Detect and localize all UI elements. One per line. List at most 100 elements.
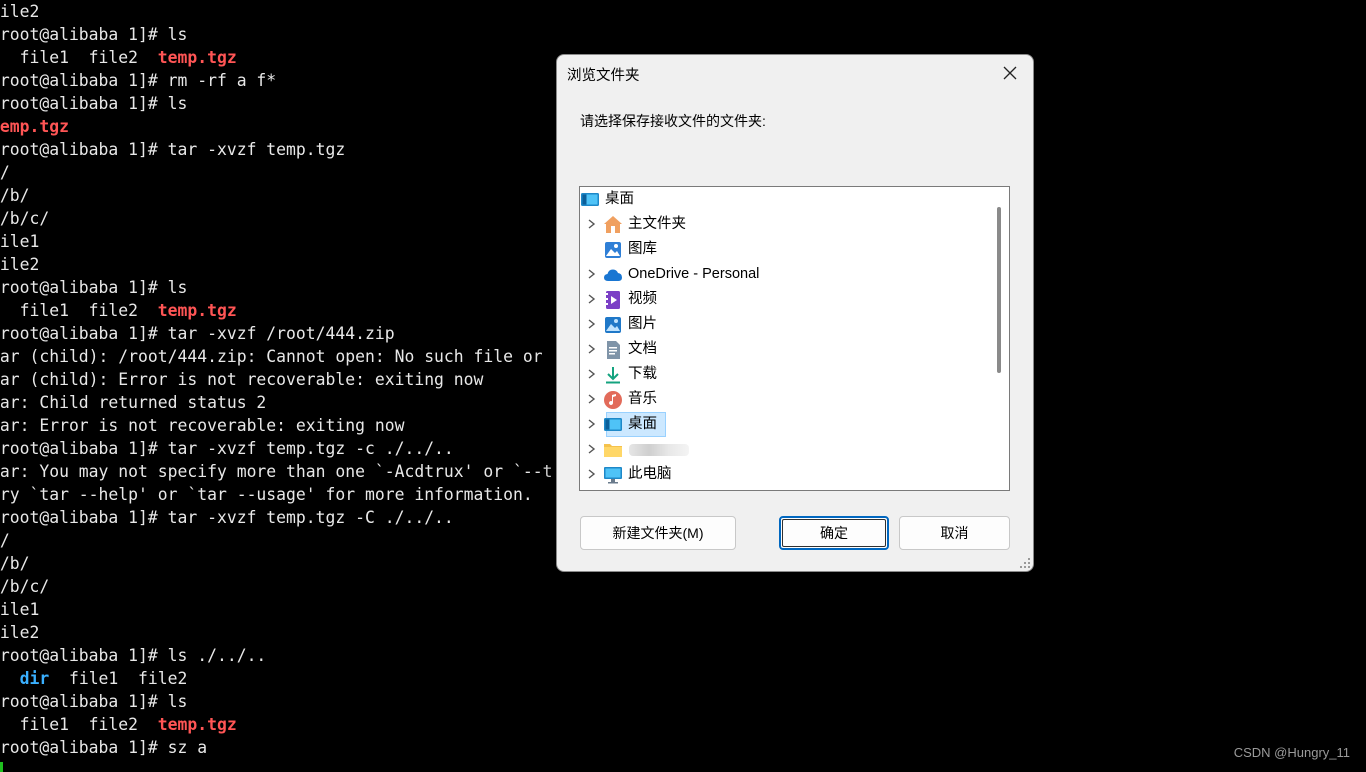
dialog-title: 浏览文件夹 [567,68,640,84]
terminal-cursor [0,762,3,772]
terminal-text: tar (child): /root/444.zip: Cannot open:… [0,347,543,366]
pictures-icon [605,317,621,333]
tree-item[interactable]: 桌面 [585,412,985,437]
terminal-text: a/ [0,531,10,550]
desktop-icon [581,193,599,206]
terminal-text: a/b/c/ [0,209,50,228]
terminal-text: file2 [0,623,40,642]
chevron-right-icon[interactable] [585,418,597,430]
dialog-prompt: 请选择保存接收文件的文件夹: [580,113,766,129]
new-folder-label: 新建文件夹(M) [612,525,704,541]
tree-item-label: 桌面 [628,416,657,432]
terminal-text: [root@alibaba 1]# ls [0,692,188,711]
terminal-text: dir [19,669,50,688]
terminal-text: [root@alibaba 1]# tar -xvzf temp.tgz -C … [0,508,454,527]
tree-item-label: OneDrive - Personal [628,266,760,282]
tree-item[interactable]: 文档 [585,337,985,362]
folder-tree[interactable]: 桌面 主文件夹 图库 OneDrive - Personal 视频 图片 文档 下载 音乐 桌面此… [579,186,1010,491]
ok-button[interactable]: 确定 [779,516,889,550]
documents-icon [607,341,620,359]
chevron-right-icon[interactable] [585,343,597,355]
terminal-line: a/b/ [0,184,29,207]
terminal-text: [root@alibaba 1]# tar -xvzf temp.tgz -c … [0,439,454,458]
tree-item-label: 文档 [628,341,657,357]
terminal-line: a file1 file2 temp.tgz [0,46,237,69]
terminal-text: file1 file2 [49,669,188,688]
chevron-right-icon[interactable] [585,293,597,305]
terminal-text: file1 [0,232,40,251]
tree-item[interactable]: 下载 [585,362,985,387]
terminal-line: [root@alibaba 1]# tar -xvzf temp.tgz -C … [0,506,454,529]
terminal-line: a/b/ [0,552,29,575]
cancel-button[interactable]: 取消 [899,516,1010,550]
resize-grip-icon[interactable] [1019,557,1031,569]
terminal-text: temp.tgz [157,48,237,67]
terminal-text: Try `tar --help' or `tar --usage' for mo… [0,485,533,504]
terminal-line: a/b/c/ [0,575,49,598]
tree-root-item[interactable]: 桌面 [580,187,980,212]
onedrive-icon [604,269,622,281]
cancel-label: 取消 [940,525,969,541]
terminal-text: [root@alibaba 1]# sz a [0,738,208,757]
terminal-text: tar: Child returned status 2 [0,393,267,412]
terminal-line: [root@alibaba 1]# ls [0,690,187,713]
terminal-text: a file1 file2 [0,301,158,320]
tree-item[interactable]: 音乐 [585,387,985,412]
chevron-right-icon[interactable] [585,393,597,405]
terminal-line: a/b/c/ [0,207,49,230]
terminal-text: a/b/c/ [0,577,50,596]
chevron-right-icon[interactable] [585,318,597,330]
terminal-line: [root@alibaba 1]# ls [0,92,187,115]
chevron-right-icon[interactable] [585,443,597,455]
terminal-line: file2 [0,0,39,23]
terminal-line: tar: You may not specify more than one `… [0,460,552,483]
terminal-text: [root@alibaba 1]# rm -rf a f* [0,71,277,90]
tree-item[interactable]: 图库 [585,237,985,262]
terminal-line: temp.tgz [0,115,69,138]
redacted-label [629,444,689,456]
terminal-line: tar (child): Error is not recoverable: e… [0,368,483,391]
terminal-line: a file1 file2 temp.tgz [0,713,237,736]
tree-item-label: 图库 [628,241,657,257]
tree-item-label: 音乐 [628,391,657,407]
tree-item-label: 桌面 [605,191,634,207]
new-folder-button[interactable]: 新建文件夹(M) [580,516,736,550]
tree-item[interactable]: 图片 [585,312,985,337]
tree-item-label: 下载 [628,366,657,382]
terminal-text: temp.tgz [0,117,69,136]
terminal-line: file2 [0,253,39,276]
terminal-text: file2 [0,2,40,21]
terminal-text: [root@alibaba 1]# ls [0,25,188,44]
tree-item-label: 此电脑 [628,466,672,482]
tree-scrollbar[interactable] [997,207,1001,373]
terminal-line: [root@alibaba 1]# ls [0,276,187,299]
terminal-line: a/ [0,161,10,184]
watermark: CSDN @Hungry_11 [1233,745,1350,760]
terminal-text: a [0,669,20,688]
tree-item[interactable]: 主文件夹 [585,212,985,237]
chevron-right-icon[interactable] [585,468,597,480]
terminal-text: tar: You may not specify more than one `… [0,462,553,481]
close-button[interactable] [995,59,1025,87]
terminal-line: [root@alibaba 1]# sz a [0,736,207,759]
tree-item[interactable]: 视频 [585,287,985,312]
terminal-line: tar: Child returned status 2 [0,391,266,414]
tree-item[interactable]: OneDrive - Personal [585,262,985,287]
tree-item-label: 视频 [628,291,657,307]
chevron-right-icon[interactable] [585,368,597,380]
terminal-line: Try `tar --help' or `tar --usage' for mo… [0,483,533,506]
terminal-text: file2 [0,255,40,274]
terminal-line: file1 [0,598,39,621]
tree-item[interactable]: 此电脑 [585,462,985,487]
tree-item[interactable] [585,437,985,462]
terminal-text: a file1 file2 [0,715,158,734]
chevron-right-icon[interactable] [585,268,597,280]
dialog-titlebar[interactable]: 浏览文件夹 [557,55,1033,91]
terminal-line: tar: Error is not recoverable: exiting n… [0,414,404,437]
terminal-line: tar (child): /root/444.zip: Cannot open:… [0,345,543,368]
terminal-line: file1 [0,230,39,253]
browse-folder-dialog: 浏览文件夹 请选择保存接收文件的文件夹: 桌面 主文件夹 图库 OneDrive - … [556,54,1034,572]
terminal-text: file1 [0,600,40,619]
chevron-right-icon[interactable] [585,218,597,230]
terminal-text: [root@alibaba 1]# ls [0,278,188,297]
